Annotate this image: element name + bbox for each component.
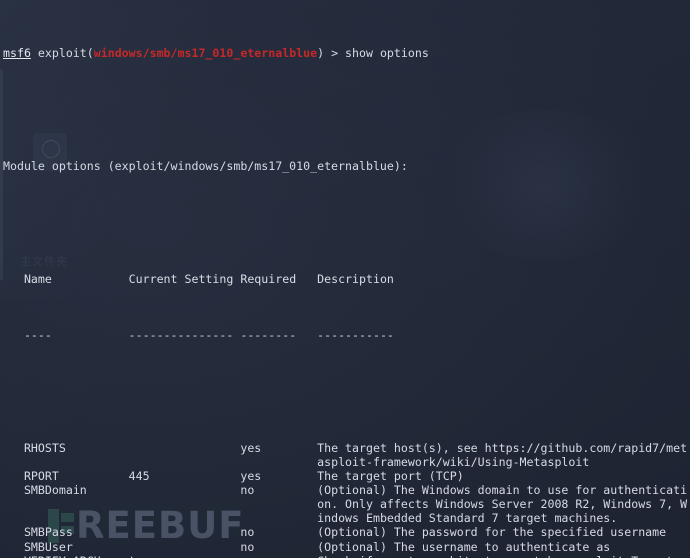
option-required: yes — [240, 554, 317, 558]
option-current-setting — [129, 483, 241, 497]
option-name: VERIFY_ARCH — [24, 554, 129, 558]
option-required — [240, 511, 317, 525]
option-current-setting: true — [129, 554, 241, 558]
shell-prompt-label: msf6 — [3, 46, 31, 61]
option-required: no — [240, 525, 318, 540]
option-description: Check if remote architecture matches exp… — [317, 554, 680, 558]
module-options-column-headers: Name Current Setting Required Descriptio… — [3, 272, 690, 286]
option-current-setting — [129, 525, 241, 539]
option-name: SMBDomain — [23, 483, 129, 498]
prompt-line: msf6 exploit(windows/smb/ms17_010_eterna… — [3, 46, 690, 60]
column-header-current-setting: Current Setting — [128, 271, 241, 286]
table-row-continuation: on. Only affects Windows Server 2008 R2,… — [3, 497, 690, 511]
column-header-name: Name — [23, 271, 129, 286]
option-current-setting — [129, 511, 241, 525]
option-name: RPORT — [23, 469, 129, 484]
option-current-setting — [129, 540, 241, 554]
option-required: yes — [240, 469, 318, 484]
table-row: SMBUser no (Optional) The username to au… — [3, 540, 690, 554]
option-required: no — [240, 483, 318, 498]
module-options-table: RHOSTS yes The target host(s), see https… — [3, 441, 690, 558]
option-name: RHOSTS — [23, 440, 129, 455]
option-current-setting — [129, 441, 241, 455]
module-options-rule-row: ---- --------------- -------- ----------… — [3, 328, 690, 342]
table-row: SMBDomain no (Optional) The Windows doma… — [3, 483, 690, 497]
option-description: (Optional) The Windows domain to use for… — [317, 483, 688, 498]
option-name — [24, 497, 129, 511]
table-row: RHOSTS yes The target host(s), see https… — [3, 441, 690, 455]
option-description: indows Embedded Standard 7 target machin… — [317, 511, 618, 526]
table-row: VERIFY_ARCH true yes Check if remote arc… — [3, 554, 690, 558]
option-required: yes — [240, 440, 318, 455]
prompt-post: ) > — [317, 46, 346, 61]
option-current-setting — [129, 455, 241, 469]
option-description: on. Only affects Windows Server 2008 R2,… — [317, 497, 688, 512]
option-required — [240, 497, 317, 511]
option-name — [24, 511, 129, 525]
terminal-output[interactable]: msf6 exploit(windows/smb/ms17_010_eterna… — [0, 0, 690, 558]
table-row-continuation: asploit-framework/wiki/Using-Metasploit — [3, 455, 690, 469]
option-description: asploit-framework/wiki/Using-Metasploit — [317, 455, 590, 469]
column-header-required: Required — [240, 271, 318, 286]
option-current-setting: 445 — [128, 469, 241, 484]
prompt-pre: exploit( — [30, 46, 94, 61]
rule-required: -------- — [240, 328, 318, 343]
column-header-description: Description — [317, 271, 394, 286]
option-description: The target port (TCP) — [317, 469, 464, 484]
terminal-window[interactable]: 主文件夹 REEBUF msf6 exploit(windows/smb/ms1… — [0, 0, 690, 558]
option-description: (Optional) The username to authenticate … — [317, 539, 611, 554]
prompt-module-path: windows/smb/ms17_010_eternalblue — [93, 46, 318, 61]
table-row: SMBPass no (Optional) The password for t… — [3, 525, 690, 539]
option-name: SMBPass — [23, 525, 129, 540]
prompt-command: show options — [345, 46, 429, 61]
option-required — [240, 455, 317, 469]
table-row-continuation: indows Embedded Standard 7 target machin… — [3, 511, 690, 525]
rule-name: ---- — [23, 328, 129, 343]
option-description: (Optional) The password for the specifie… — [317, 525, 667, 540]
rule-description: ----------- — [317, 328, 394, 343]
module-options-header: Module options (exploit/windows/smb/ms17… — [3, 159, 408, 174]
option-name: SMBUser — [23, 539, 129, 554]
rule-current-setting: --------------- — [128, 328, 241, 343]
table-row: RPORT 445 yes The target port (TCP) — [3, 469, 690, 483]
option-current-setting — [129, 497, 241, 511]
option-name — [24, 455, 129, 469]
option-required: no — [240, 539, 318, 554]
option-description: The target host(s), see https://github.c… — [317, 440, 688, 455]
